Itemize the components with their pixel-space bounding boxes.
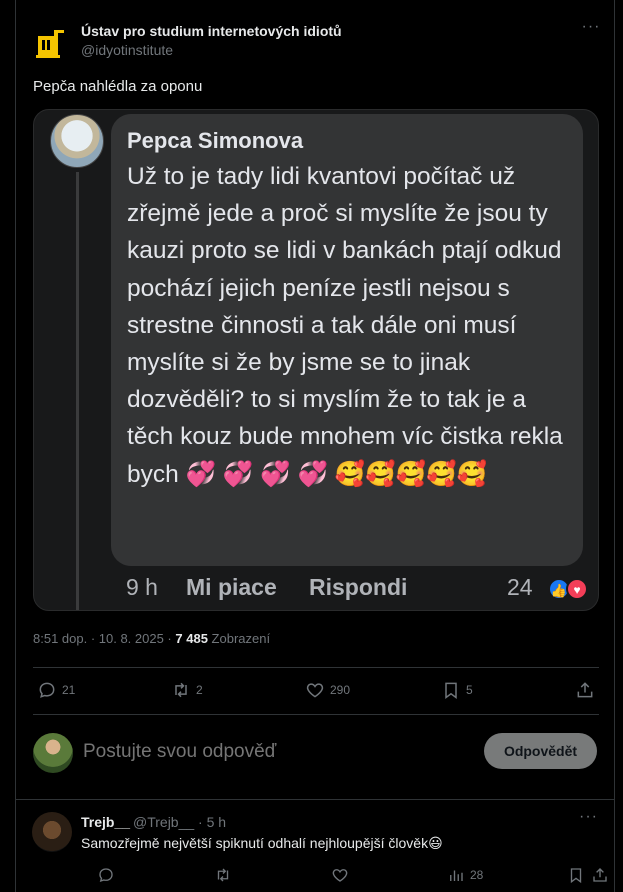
author-handle[interactable]: @idyotinstitute — [81, 42, 173, 58]
bookmark-icon — [445, 682, 457, 699]
heart-icon: ♥ — [566, 578, 588, 600]
divider-middle — [33, 714, 599, 715]
reply-submit-button[interactable]: Odpovědět — [484, 733, 597, 769]
reply-author-handle[interactable]: @Trejb__ · 5 h — [133, 814, 226, 830]
repost-icon — [217, 868, 229, 882]
reply-icon — [99, 868, 113, 883]
repost-icon — [175, 682, 187, 698]
fb-like-label: Mi piace — [186, 574, 277, 600]
reaction-count: 24 — [507, 574, 533, 600]
repost-count: 2 — [196, 683, 203, 697]
reply-reply-button[interactable] — [97, 866, 115, 884]
reply-button[interactable]: 21 — [37, 678, 75, 702]
reply-tweet[interactable]: Trejb__ @Trejb__ · 5 h ··· Samozřejmě ne… — [16, 800, 614, 892]
user-avatar[interactable] — [33, 733, 73, 773]
reply-more-options-icon[interactable]: ··· — [579, 808, 598, 826]
reply-author-name[interactable]: Trejb__ — [81, 814, 130, 830]
heart-outline-icon — [306, 683, 324, 698]
repost-button[interactable]: 2 — [171, 678, 203, 702]
bookmark-button[interactable]: 5 — [441, 678, 473, 702]
fb-reply-label: Rispondi — [309, 574, 408, 600]
reply-count: 21 — [62, 683, 76, 697]
like-button[interactable]: 290 — [305, 678, 350, 702]
post-image[interactable]: Pepca Simonova Už to je tady lidi kvanto… — [33, 109, 599, 611]
commenter-name: Pepca Simonova — [127, 128, 304, 153]
views-icon — [450, 870, 463, 881]
like-count: 290 — [330, 683, 351, 697]
reply-author-avatar[interactable] — [32, 812, 72, 852]
timeline-border-right — [614, 0, 615, 892]
timeline-border-left — [15, 0, 16, 892]
heart-outline-icon — [332, 869, 348, 882]
reply-views-button[interactable]: 28 — [447, 866, 483, 884]
comment-time: 9 h — [126, 574, 158, 600]
comment-bubble: Pepca Simonova Už to je tady lidi kvanto… — [111, 114, 583, 566]
more-options-icon[interactable]: ··· — [580, 19, 602, 40]
share-button[interactable] — [575, 678, 595, 702]
reply-repost-button[interactable] — [214, 866, 232, 884]
post-actions: 21 2 290 5 — [33, 670, 599, 710]
post-header: Ústav pro studium internetových idiotů @… — [32, 19, 602, 64]
reply-icon — [39, 682, 55, 698]
thread-line — [76, 172, 79, 610]
institute-logo[interactable] — [32, 22, 72, 62]
reply-share-button[interactable] — [591, 866, 609, 884]
post-meta: 8:51 dop. · 10. 8. 2025 · 7 485 Zobrazen… — [33, 631, 270, 646]
post-timestamp[interactable]: 8:51 dop. · 10. 8. 2025 · — [33, 631, 175, 646]
reply-text: Samozřejmě největší spiknutí odhalí nejh… — [81, 835, 443, 851]
bookmark-count: 5 — [466, 683, 473, 697]
reply-input[interactable] — [83, 741, 463, 763]
divider-top — [33, 667, 599, 668]
reply-actions: 28 — [81, 866, 611, 888]
share-icon — [577, 682, 593, 698]
comment-footer: 9 h Mi piace Rispondi 24 👍 ♥ — [126, 572, 596, 606]
reply-views-count: 28 — [470, 868, 484, 882]
views-label: Zobrazení — [207, 631, 271, 646]
share-icon — [593, 868, 607, 882]
post-text: Pepča nahlédla za oponu — [33, 78, 203, 95]
views-count: 7 485 — [175, 631, 208, 646]
commenter-avatar — [50, 114, 104, 168]
comment-text: Už to je tady lidi kvantovi počítač už z… — [127, 163, 563, 488]
author-name[interactable]: Ústav pro studium internetových idiotů — [81, 23, 342, 39]
bookmark-icon — [570, 868, 582, 884]
reply-like-button[interactable] — [331, 866, 349, 884]
reply-bookmark-button[interactable] — [567, 866, 585, 884]
reply-composer: Odpovědět — [33, 731, 599, 775]
